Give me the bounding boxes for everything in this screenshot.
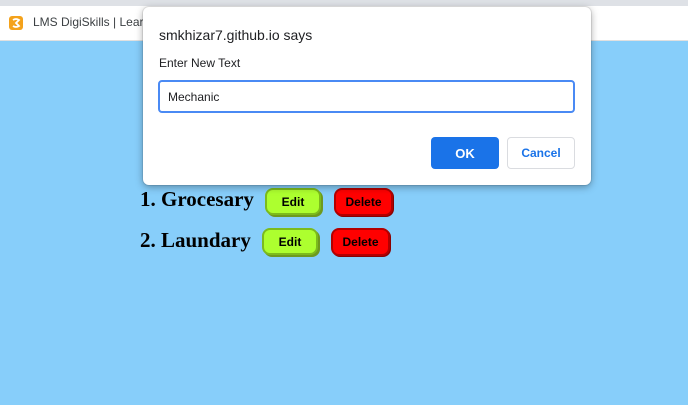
list-item-label: 2. Laundary bbox=[140, 228, 251, 252]
delete-button[interactable]: Delete bbox=[334, 188, 393, 216]
cancel-button[interactable]: Cancel bbox=[507, 137, 575, 169]
dialog-text-input[interactable] bbox=[158, 80, 575, 113]
browser-tab[interactable]: LMS DigiSkills | Lear... bbox=[0, 6, 150, 40]
prompt-dialog: smkhizar7.github.io says Enter New Text … bbox=[143, 7, 591, 185]
list-item-label: 1. Grocesary bbox=[140, 187, 254, 211]
browser-tab-title: LMS DigiSkills | Lear... bbox=[33, 15, 143, 29]
dialog-origin-title: smkhizar7.github.io says bbox=[159, 27, 313, 43]
list-item: 1. Grocesary bbox=[140, 187, 254, 212]
edit-button[interactable]: Edit bbox=[262, 228, 318, 255]
edit-button[interactable]: Edit bbox=[265, 188, 321, 215]
ok-button[interactable]: OK bbox=[431, 137, 499, 169]
list-item: 2. Laundary bbox=[140, 228, 251, 253]
site-favicon-icon bbox=[9, 16, 23, 30]
delete-button[interactable]: Delete bbox=[331, 228, 390, 256]
dialog-message: Enter New Text bbox=[159, 56, 241, 70]
